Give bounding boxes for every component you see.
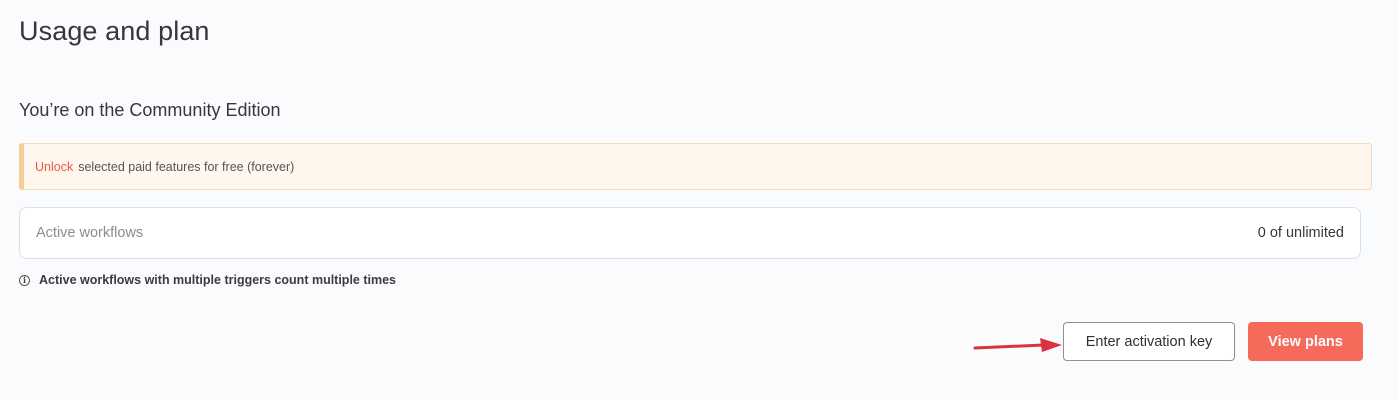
plan-heading: You’re on the Community Edition [19, 100, 281, 120]
callout-text: selected paid features for free (forever… [78, 159, 295, 174]
active-workflows-value: 0 of unlimited [1257, 225, 1344, 241]
view-plans-button[interactable]: View plans [1248, 322, 1363, 361]
usage-and-plan-page: Usage and plan You’re on the Community E… [0, 0, 1398, 399]
unlock-link[interactable]: Unlock [35, 160, 73, 174]
annotation-arrow-icon [973, 338, 1062, 352]
page-title: Usage and plan [19, 16, 210, 46]
info-note: i Active workflows with multiple trigger… [19, 273, 396, 287]
unlock-callout: Unlock selected paid features for free (… [19, 143, 1372, 190]
active-workflows-label: Active workflows [36, 225, 144, 241]
enter-activation-key-button[interactable]: Enter activation key [1063, 322, 1235, 361]
info-note-text: Active workflows with multiple triggers … [39, 273, 396, 287]
info-icon: i [19, 274, 30, 286]
active-workflows-card: Active workflows 0 of unlimited [19, 207, 1361, 259]
